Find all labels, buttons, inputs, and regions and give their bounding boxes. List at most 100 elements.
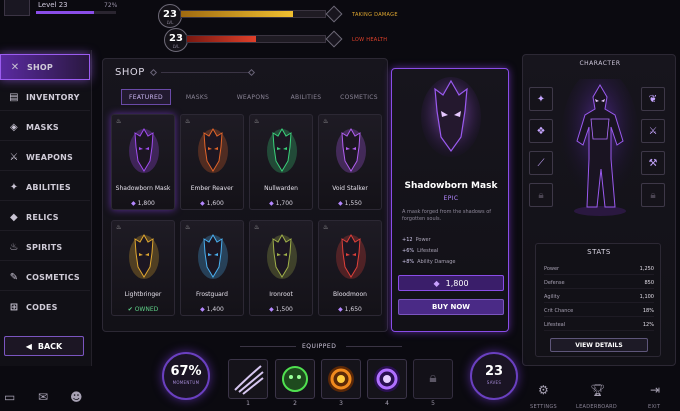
stats-panel: STATS Power 1,250 Defense 850 Agility 1,100… [535, 243, 661, 357]
price-value: 1,800 [137, 200, 155, 207]
equip-slot-axe-icon[interactable]: ⚒ [641, 151, 665, 175]
void-orb-icon [374, 366, 400, 392]
damage-status: TAKING DAMAGE [352, 12, 398, 18]
shop-item-card[interactable]: ♨ Void Stalker ◆ 1,550 [318, 114, 382, 210]
slot-number: 4 [385, 400, 389, 407]
shop-item-name: Frostguard [196, 291, 228, 298]
equipped-label: EQUIPPED [302, 343, 337, 350]
gem-icon: ◆ [433, 278, 440, 288]
shop-item-card[interactable]: ♨ Ironroot ◆ 1,500 [249, 220, 313, 316]
mail-icon[interactable]: ✉ [38, 390, 48, 404]
sidebar-item-label: ABILITIES [26, 182, 71, 192]
flame-icon: ♨ [254, 224, 260, 231]
chest-icon: ▤ [9, 91, 19, 103]
tab-weapons[interactable]: WEAPONS [227, 89, 279, 105]
detail-stat: +8% Ability Damage [402, 259, 456, 265]
sidebar-item-shop[interactable]: ✕ SHOP [0, 54, 90, 80]
price-value: 1,600 [206, 200, 224, 207]
tab-cosmetics[interactable]: COSMETICS [333, 89, 385, 105]
sidebar-item-masks[interactable]: ◈ MASKS [0, 114, 90, 140]
detail-stat: +6% Lifesteal [402, 248, 439, 254]
equip-slot-wing-icon[interactable]: ❦ [641, 87, 665, 111]
shop-item-price: ◆ 1,550 [319, 200, 381, 207]
stat-row: Crit Chance 18% [544, 308, 654, 317]
shop-item-card[interactable]: ♨ Nullwarden ◆ 1,700 [249, 114, 313, 210]
sidebar-item-spirits[interactable]: ♨ SPIRITS [0, 234, 90, 260]
equip-slot-lock-icon: 🔒︎ [529, 183, 553, 207]
equip-slot-blade-icon[interactable]: ⚔ [641, 119, 665, 143]
shop-item-card[interactable]: ♨ Frostguard ◆ 1,400 [180, 220, 244, 316]
trophy-icon[interactable]: 🏆︎ [590, 383, 605, 397]
equipped-slot-4[interactable]: 4 [367, 359, 407, 407]
buy-now-button[interactable]: BUY NOW [398, 299, 504, 315]
damage-bar-fill [181, 11, 294, 17]
price-value: 1,500 [275, 306, 293, 313]
equipped-slot-2[interactable]: 2 [275, 359, 315, 407]
item-detail-panel: Shadowborn Mask EPIC A mask forged from … [391, 68, 509, 332]
shop-item-name: Void Stalker [332, 185, 368, 192]
equipped-slot-1[interactable]: 1 [228, 359, 268, 407]
detail-stat: +12 Power [402, 237, 431, 243]
equip-slot-weapon-icon[interactable]: ⟋ [529, 151, 553, 175]
shop-item-name: Bloodmoon [333, 291, 367, 298]
character-title: CHARACTER [579, 60, 621, 67]
price-value: 1,650 [344, 306, 362, 313]
exit-label[interactable]: EXIT [648, 404, 660, 410]
shop-item-card[interactable]: ♨ Lightbringer ✔ OWNED [111, 220, 175, 316]
top-hud: Level 23 72% 23 LVL TAKING DAMAGE 23 LVL… [0, 0, 680, 52]
detail-description: A mask forged from the shadows of forgot… [402, 209, 492, 222]
sidebar-item-inventory[interactable]: ▤ INVENTORY [0, 84, 90, 110]
sidebar-item-abilities[interactable]: ✦ ABILITIES [0, 174, 90, 200]
price-value: 1,550 [344, 200, 362, 207]
sword-icon: ⚔ [9, 151, 19, 163]
xp-bar-fill [36, 11, 94, 14]
price-value: 1,400 [206, 306, 224, 313]
equipped-divider [346, 346, 402, 347]
leaderboard-label[interactable]: LEADERBOARD [576, 404, 617, 410]
equip-slot-creature-icon[interactable]: ❖ [529, 119, 553, 143]
shop-item-name: Lightbringer [124, 291, 162, 298]
sidebar: ✕ SHOP ▤ INVENTORY ◈ MASKS ⚔ WEAPONS ✦ A… [0, 50, 92, 366]
view-details-button[interactable]: VIEW DETAILS [550, 338, 648, 352]
sidebar-item-label: COSMETICS [26, 272, 80, 282]
momentum-value: 67% [170, 364, 202, 379]
friends-icon[interactable]: ☻ [70, 390, 83, 404]
shop-item-card[interactable]: ♨ Bloodmoon ◆ 1,650 [318, 220, 382, 316]
stats-title: STATS [587, 248, 611, 256]
back-button[interactable]: ◀ BACK [4, 336, 84, 356]
chat-icon[interactable]: ▭ [4, 390, 15, 404]
price-value: 1,700 [275, 200, 293, 207]
tab-masks[interactable]: MASKS [175, 89, 219, 105]
tab-featured[interactable]: FEATURED [121, 89, 171, 105]
health-bar-fill [187, 36, 256, 42]
sidebar-item-label: CODES [26, 302, 58, 312]
saves-label: SAVES [486, 380, 502, 385]
detail-item-name: Shadowborn Mask [404, 181, 498, 191]
sidebar-item-cosmetics[interactable]: ✎ COSMETICS [0, 264, 90, 290]
flame-icon: ♨ [116, 224, 122, 231]
shop-item-name: Ironroot [269, 291, 293, 298]
claw-slash-icon [234, 365, 264, 395]
tab-abilities[interactable]: ABILITIES [281, 89, 331, 105]
mask-icon [129, 127, 159, 173]
shop-item-card[interactable]: ♨ Shadowborn Mask ◆ 1,800 [111, 114, 175, 210]
shop-item-card[interactable]: ♨ Ember Reaver ◆ 1,600 [180, 114, 244, 210]
slot-number: 5 [431, 400, 435, 407]
settings-label[interactable]: SETTINGS [530, 404, 557, 410]
flame-icon: ♨ [254, 118, 260, 125]
shop-item-name: Shadowborn Mask [115, 185, 171, 192]
gear-icon[interactable]: ⚙ [538, 383, 549, 397]
equipped-slot-5: 🔒︎ 5 [413, 359, 453, 407]
exit-icon[interactable]: ⇥ [650, 383, 660, 397]
character-model [561, 79, 639, 216]
flame-icon: ♨ [185, 224, 191, 231]
sidebar-item-relics[interactable]: ◆ RELICS [0, 204, 90, 230]
stat-row: Defense 850 [544, 280, 654, 289]
momentum-meter: 67% MOMENTUM [162, 352, 210, 400]
equipped-slot-3[interactable]: 3 [321, 359, 361, 407]
sidebar-item-codes[interactable]: ⊞ CODES [0, 294, 90, 320]
equip-slot-ability-icon[interactable]: ✦ [529, 87, 553, 111]
crossed-swords-icon: ✕ [10, 61, 20, 73]
slot-number: 2 [293, 400, 297, 407]
sidebar-item-weapons[interactable]: ⚔ WEAPONS [0, 144, 90, 170]
